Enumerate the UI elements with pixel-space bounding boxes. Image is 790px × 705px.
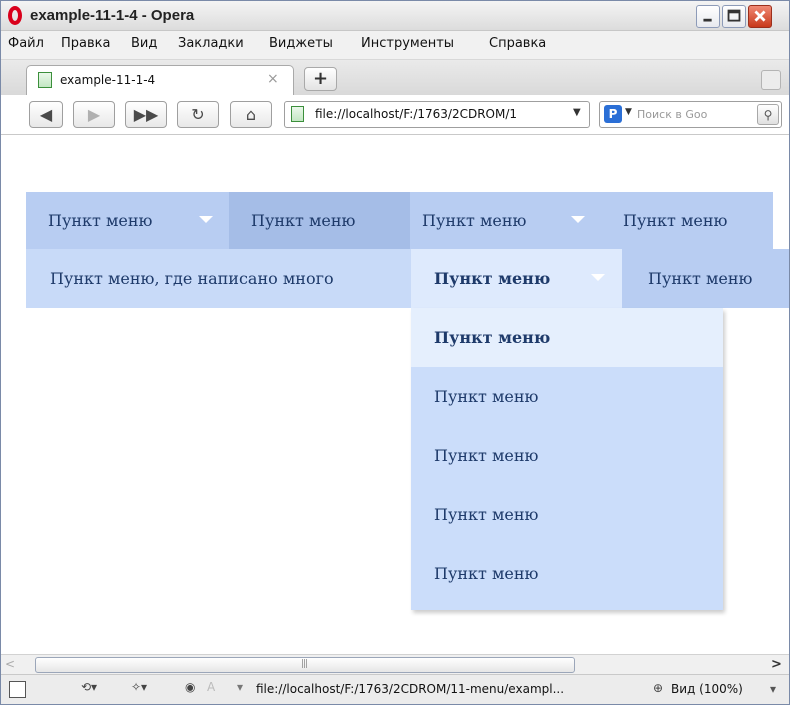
submenu-item[interactable]: Пункт меню [411,426,723,485]
sync-icon[interactable]: ⟲▾ [81,680,97,694]
tab-close-button[interactable]: × [267,71,279,87]
reload-icon: ↻ [191,105,205,124]
new-tab-button[interactable]: + [304,67,337,91]
window-title: example-11-1-4 - Opera [30,7,195,24]
submenu-item-active[interactable]: Пункт меню [411,308,723,367]
navigation-bar: ◀ ▶ ▶▶ ↻ ⌂ file://localhost/F:/1763/2CDR… [1,95,789,135]
address-bar[interactable]: file://localhost/F:/1763/2CDROM/1 ▼ [284,101,590,128]
chevron-down-icon[interactable]: ▾ [770,682,776,696]
forward-icon: ▶ [87,105,101,124]
menu-item[interactable]: Пункт меню [229,192,410,249]
search-go-icon[interactable]: ⚲ [757,104,779,125]
fast-forward-button[interactable]: ▶▶ [125,101,167,128]
turbo-label: A [207,680,216,694]
menu-edit[interactable]: Правка [61,36,110,51]
search-input[interactable]: Поиск в Goo [637,108,753,121]
trash-icon[interactable] [761,70,781,90]
chevron-down-icon[interactable]: ▼ [625,107,632,117]
fast-forward-icon: ▶▶ [133,105,159,124]
menu-item-long[interactable]: Пункт меню, где написано много [26,249,411,308]
submenu-item[interactable]: Пункт меню [411,544,723,603]
home-icon: ⌂ [245,105,257,124]
menu-item-label: Пункт меню [48,211,153,230]
reload-button[interactable]: ↻ [177,101,219,128]
tab-example[interactable]: example-11-1-4 × [26,65,294,95]
menu-bookmarks[interactable]: Закладки [178,36,244,51]
search-field[interactable]: P ▼ Поиск в Goo ⚲ [599,101,782,128]
home-button[interactable]: ⌂ [230,101,272,128]
address-text: file://localhost/F:/1763/2CDROM/1 [315,107,518,121]
menu-item-label: Пункт меню [422,211,527,230]
status-bar: ⟲▾ ✧▾ ◉ A ▾ file://localhost/F:/1763/2CD… [1,674,789,704]
zoom-icon[interactable]: ⊕ [653,681,663,695]
menu-item-label: Пункт меню [251,211,356,230]
chevron-down-icon [591,274,605,281]
close-icon [754,10,766,22]
menu-row-1: Пункт меню Пункт меню Пункт меню Пункт м… [26,192,773,249]
page-icon [38,72,52,88]
close-window-button[interactable] [748,5,772,28]
menu-bar: Файл Правка Вид Закладки Виджеты Инструм… [1,31,789,60]
maximize-icon [727,9,741,22]
submenu-item[interactable]: Пункт меню [411,367,723,426]
unite-icon[interactable]: ✧▾ [131,680,147,694]
chevron-down-icon[interactable]: ▼ [573,107,581,118]
menu-tools[interactable]: Инструменты [361,36,454,51]
minimize-button[interactable] [696,5,720,28]
maximize-button[interactable] [722,5,746,28]
menu-help[interactable]: Справка [489,36,546,51]
back-button[interactable]: ◀ [29,101,63,128]
chevron-down-icon [199,216,213,223]
tab-label: example-11-1-4 [60,73,156,87]
menu-item[interactable]: Пункт меню [622,249,789,308]
chevron-down-icon[interactable]: ▾ [237,680,243,694]
page-icon [291,106,304,122]
panel-toggle-icon[interactable] [9,681,26,698]
minimize-icon [703,18,712,22]
menu-item-label: Пункт меню, где написано много [50,269,334,288]
forward-button[interactable]: ▶ [73,101,115,128]
back-icon: ◀ [39,105,53,124]
scroll-right-icon[interactable]: > [771,657,787,673]
page-content: Пункт меню Пункт меню Пункт меню Пункт м… [1,136,789,654]
zoom-label[interactable]: Вид (100%) [671,682,743,696]
submenu-dropdown: Пункт меню Пункт меню Пункт меню Пункт м… [411,308,723,610]
grip-icon: ||| [301,659,308,669]
turbo-icon[interactable]: ◉ [185,680,195,694]
menu-item-label: Пункт меню [648,269,753,288]
horizontal-scrollbar[interactable]: < ||| > [1,654,789,674]
submenu-item[interactable]: Пункт меню [411,485,723,544]
scrollbar-thumb[interactable]: ||| [35,657,575,673]
search-engine-icon[interactable]: P [604,105,622,123]
menu-item-label: Пункт меню [434,269,551,288]
menu-item-label: Пункт меню [623,211,728,230]
menu-item[interactable]: Пункт меню [603,192,773,249]
tab-bar: example-11-1-4 × + [1,60,789,95]
title-bar: example-11-1-4 - Opera [1,1,789,31]
menu-file[interactable]: Файл [8,36,44,51]
menu-row-2: Пункт меню, где написано много Пункт мен… [26,249,789,308]
scroll-left-icon[interactable]: < [5,657,21,673]
opera-logo-icon [8,6,22,25]
browser-window: example-11-1-4 - Opera Файл Правка Вид З… [0,0,790,705]
chevron-down-icon [571,216,585,223]
status-url: file://localhost/F:/1763/2CDROM/11-menu/… [256,682,565,696]
menu-view[interactable]: Вид [131,36,157,51]
menu-widgets[interactable]: Виджеты [269,36,333,51]
